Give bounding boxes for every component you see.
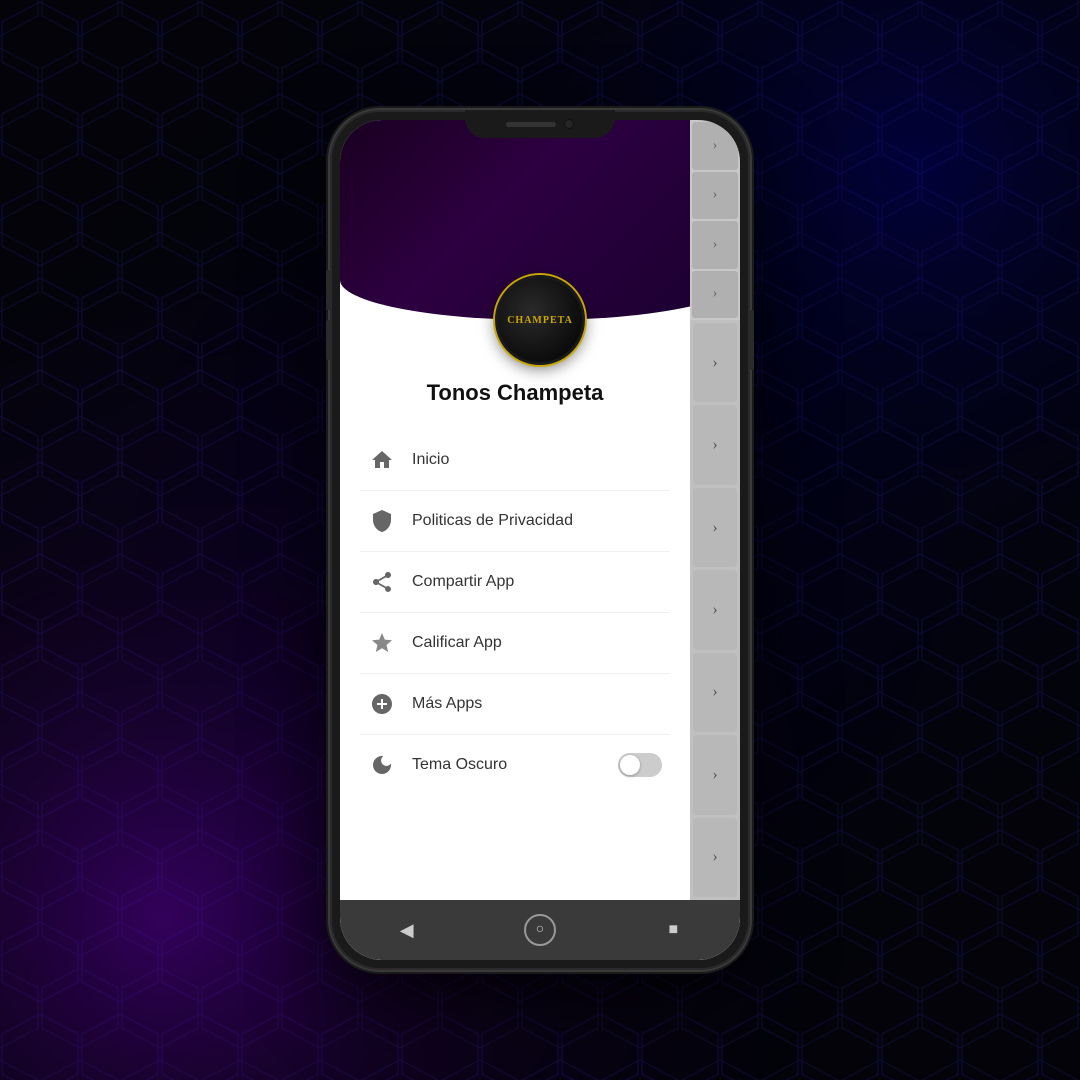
menu-label-mas-apps: Más Apps <box>412 695 662 713</box>
menu-label-tema-oscuro: Tema Oscuro <box>412 756 602 774</box>
star-icon <box>368 629 396 657</box>
menu-list: Inicio Politicas de Privacidad <box>340 430 690 795</box>
menu-item-mas-apps[interactable]: Más Apps <box>360 674 670 735</box>
side-panel-btn-3[interactable]: › <box>692 221 738 269</box>
shield-icon <box>368 507 396 535</box>
menu-item-calificar[interactable]: Calificar App <box>360 613 670 674</box>
home-nav-icon: ○ <box>536 922 544 938</box>
app-logo-container: CHAMPETA <box>495 275 585 365</box>
side-panel-btn-4[interactable]: › <box>692 271 738 319</box>
phone-notch <box>465 110 615 138</box>
toggle-knob <box>620 755 640 775</box>
screen-content: CHAMPETA › › › › Tonos Champeta <box>340 120 740 960</box>
back-icon: ◀ <box>400 920 414 941</box>
plus-circle-icon <box>368 690 396 718</box>
recents-button[interactable]: ■ <box>657 914 689 946</box>
power-button[interactable] <box>750 310 754 370</box>
menu-item-inicio[interactable]: Inicio <box>360 430 670 491</box>
menu-side-btn-2[interactable]: › <box>693 405 737 484</box>
phone-screen: CHAMPETA › › › › Tonos Champeta <box>340 120 740 960</box>
front-camera <box>564 119 574 129</box>
app-logo: CHAMPETA <box>495 275 585 365</box>
menu-label-inicio: Inicio <box>412 451 662 469</box>
tema-oscuro-toggle-container <box>618 753 662 777</box>
side-panel: › › › › <box>690 120 740 320</box>
menu-side-btn-1[interactable]: › <box>693 323 737 402</box>
menu-label-calificar: Calificar App <box>412 634 662 652</box>
app-header: CHAMPETA › › › › <box>340 120 740 320</box>
side-panel-btn-2[interactable]: › <box>692 172 738 220</box>
speaker-grille <box>506 122 556 127</box>
menu-label-privacidad: Politicas de Privacidad <box>412 512 662 530</box>
menu-side-btn-7[interactable]: › <box>693 818 737 897</box>
back-button[interactable]: ◀ <box>391 914 423 946</box>
menu-item-tema-oscuro[interactable]: Tema Oscuro <box>360 735 670 795</box>
menu-side-btn-5[interactable]: › <box>693 653 737 732</box>
volume-up-button[interactable] <box>326 270 330 310</box>
menu-item-compartir[interactable]: Compartir App <box>360 552 670 613</box>
bottom-nav: ◀ ○ ■ <box>340 900 740 960</box>
home-icon <box>368 446 396 474</box>
app-logo-text: CHAMPETA <box>507 315 573 326</box>
moon-icon <box>368 751 396 779</box>
menu-side-btn-4[interactable]: › <box>693 570 737 649</box>
menu-side-panel: › › › › › › › <box>690 320 740 900</box>
menu-item-privacidad[interactable]: Politicas de Privacidad <box>360 491 670 552</box>
menu-label-compartir: Compartir App <box>412 573 662 591</box>
menu-side-btn-3[interactable]: › <box>693 488 737 567</box>
volume-down-button[interactable] <box>326 320 330 360</box>
recents-icon: ■ <box>668 921 678 939</box>
side-panel-btn-1[interactable]: › <box>692 122 738 170</box>
tema-oscuro-toggle[interactable] <box>618 753 662 777</box>
home-button[interactable]: ○ <box>524 914 556 946</box>
menu-side-btn-6[interactable]: › <box>693 735 737 814</box>
share-icon <box>368 568 396 596</box>
menu-content: Tonos Champeta Inicio <box>340 320 740 900</box>
app-title: Tonos Champeta <box>340 380 690 406</box>
phone-frame: CHAMPETA › › › › Tonos Champeta <box>330 110 750 970</box>
